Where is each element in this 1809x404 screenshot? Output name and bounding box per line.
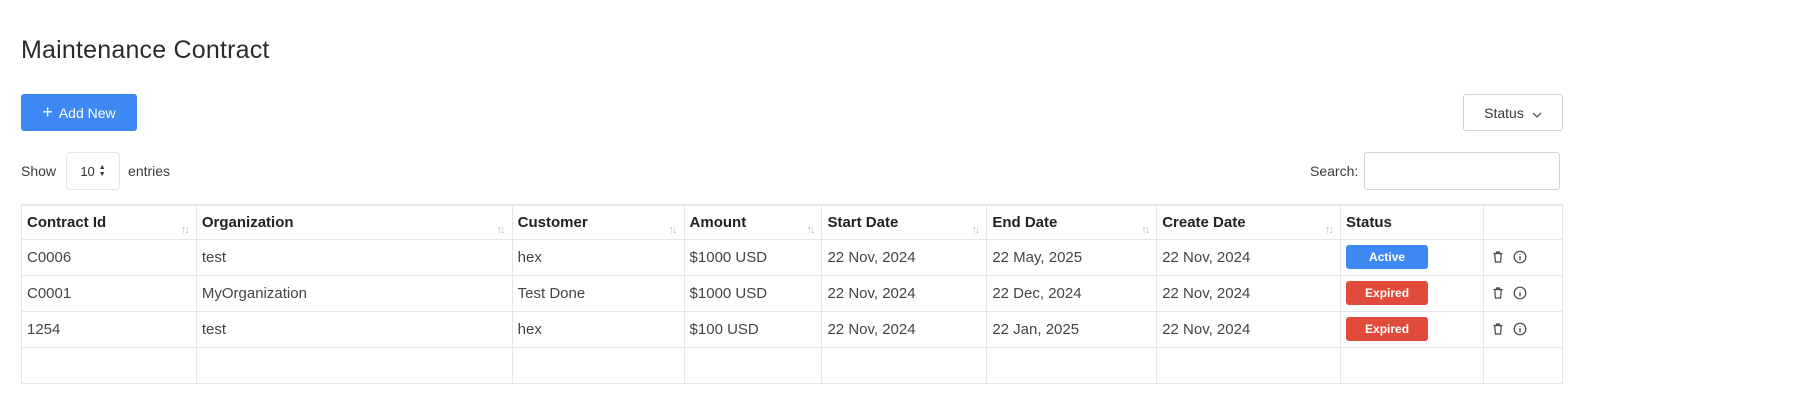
cell-create-date: 22 Nov, 2024	[1156, 274, 1342, 312]
cell-end-date: 22 May, 2025	[986, 238, 1158, 276]
table-row: C0006 test hex $1000 USD 22 Nov, 2024 22…	[21, 238, 1564, 276]
info-icon[interactable]	[1513, 250, 1527, 264]
column-header[interactable]: Create Date ↑↓	[1156, 204, 1342, 240]
cell-contract-id: 1254	[21, 310, 197, 348]
search-control: Search:	[1310, 152, 1561, 190]
cell-start-date: 22 Nov, 2024	[821, 274, 988, 312]
cell-organization: test	[195, 310, 513, 348]
column-header[interactable]: End Date ↑↓	[986, 204, 1158, 240]
status-badge: Expired	[1346, 317, 1429, 341]
table-row: C0001 MyOrganization Test Done $1000 USD…	[21, 274, 1564, 312]
chevron-down-icon	[1532, 105, 1542, 121]
status-filter-dropdown[interactable]: Status	[1463, 94, 1563, 131]
column-header[interactable]: Customer ↑↓	[511, 204, 685, 240]
cell-contract-id: C0006	[21, 238, 197, 276]
cell-customer: hex	[511, 310, 685, 348]
entries-select-value: 10	[80, 163, 95, 179]
show-label: Show	[21, 163, 57, 179]
cell-actions	[1482, 274, 1564, 312]
cell-status: Expired	[1340, 310, 1484, 348]
cell-actions	[1482, 310, 1564, 348]
entries-length-control: Show 10 ▲ ▼ entries	[21, 152, 170, 190]
info-icon[interactable]	[1513, 322, 1527, 336]
cell-create-date: 22 Nov, 2024	[1156, 310, 1342, 348]
entries-select[interactable]: 10 ▲ ▼	[66, 152, 121, 190]
cell-customer: Test Done	[511, 274, 685, 312]
column-header[interactable]: Start Date ↑↓	[821, 204, 988, 240]
sort-icon: ↑↓	[806, 223, 815, 236]
plus-icon: +	[42, 101, 53, 122]
cell-status: Expired	[1340, 274, 1484, 312]
cell-end-date: 22 Jan, 2025	[986, 310, 1158, 348]
select-arrows-icon: ▲ ▼	[98, 164, 106, 178]
column-header[interactable]: Amount ↑↓	[683, 204, 823, 240]
cell-organization: test	[195, 238, 513, 276]
status-badge: Expired	[1346, 281, 1429, 305]
cell-end-date: 22 Dec, 2024	[986, 274, 1158, 312]
page-title: Maintenance Contract	[21, 36, 270, 64]
status-badge: Active	[1346, 245, 1429, 269]
info-icon[interactable]	[1513, 286, 1527, 300]
column-header: Status	[1340, 204, 1484, 240]
column-header[interactable]: Contract Id ↑↓	[21, 204, 197, 240]
cell-contract-id: C0001	[21, 274, 197, 312]
cell-start-date: 22 Nov, 2024	[821, 310, 988, 348]
sort-icon: ↑↓	[1325, 223, 1334, 236]
search-input[interactable]	[1364, 152, 1561, 190]
table-row-partial	[21, 346, 1564, 384]
cell-amount: $100 USD	[683, 310, 823, 348]
cell-amount: $1000 USD	[683, 274, 823, 312]
table-header-row: Contract Id ↑↓ Organization ↑↓ Customer ↑↓ …	[21, 204, 1564, 240]
trash-icon[interactable]	[1491, 250, 1505, 264]
contracts-table: Contract Id ↑↓ Organization ↑↓ Customer ↑↓ …	[21, 204, 1564, 384]
entries-label: entries	[128, 163, 171, 179]
column-header[interactable]: Organization ↑↓	[195, 204, 513, 240]
cell-start-date: 22 Nov, 2024	[821, 238, 988, 276]
column-header	[1482, 204, 1564, 240]
cell-customer: hex	[511, 238, 685, 276]
sort-icon: ↑↓	[668, 223, 678, 236]
cell-organization: MyOrganization	[195, 274, 513, 312]
trash-icon[interactable]	[1491, 286, 1505, 300]
trash-icon[interactable]	[1491, 322, 1505, 336]
add-new-button[interactable]: + Add New	[21, 94, 137, 131]
cell-create-date: 22 Nov, 2024	[1156, 238, 1342, 276]
sort-icon: ↑↓	[971, 223, 980, 236]
table-row: 1254 test hex $100 USD 22 Nov, 2024 22 J…	[21, 310, 1564, 348]
add-new-label: Add New	[58, 104, 116, 121]
sort-icon: ↑↓	[1141, 223, 1150, 236]
cell-actions	[1482, 238, 1564, 276]
status-filter-label: Status	[1484, 104, 1524, 121]
cell-status: Active	[1340, 238, 1484, 276]
sort-icon: ↑↓	[180, 223, 190, 236]
sort-icon: ↑↓	[496, 223, 506, 236]
cell-amount: $1000 USD	[683, 238, 823, 276]
search-label: Search:	[1310, 163, 1359, 179]
